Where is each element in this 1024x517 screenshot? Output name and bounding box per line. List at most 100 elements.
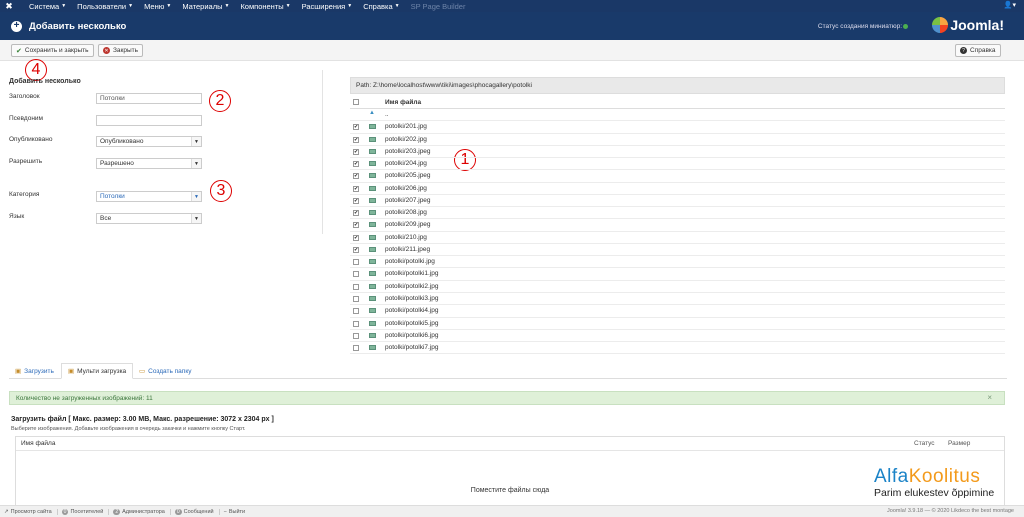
published-select[interactable]: Опубликовано ▼ [96,136,202,147]
file-checkbox[interactable] [353,295,359,302]
image-file-icon [369,161,376,167]
image-file-icon [369,173,376,179]
upload-icon: ▣ [15,368,22,375]
category-value: Потолки [100,193,125,200]
file-row[interactable]: ✔ potolki/206.jpg [350,183,1005,195]
save-close-button[interactable]: ✔ Сохранить и закрыть [11,44,94,57]
access-select[interactable]: Разрешено ▼ [96,158,202,169]
file-checkbox[interactable]: ✔ [353,197,359,204]
file-checkbox[interactable]: ✔ [353,124,359,131]
caret-down-icon: ▼ [285,3,291,9]
file-row[interactable]: ✔ potolki/208.jpg [350,207,1005,220]
file-checkbox[interactable]: ✔ [353,246,359,253]
file-row[interactable]: ✔ potolki/205.jpeg [350,170,1005,183]
admins-status: 2 Администратора [113,508,171,515]
user-icon[interactable]: 👤▾ [1004,1,1016,9]
file-row[interactable]: ✔ potolki/211.jpeg [350,244,1005,257]
file-name: potolki/potolki4.jpg [385,307,439,315]
upload-icon: ▣ [68,368,75,375]
alert-close-icon[interactable]: × [987,393,992,402]
file-checkbox[interactable]: ✔ [353,222,359,229]
file-row[interactable]: potolki/potolki6.jpg [350,330,1005,343]
view-site-label: Просмотр сайта [10,508,52,515]
file-name: potolki/202.jpg [385,135,427,143]
visitors-count: 0 [61,508,69,515]
file-checkbox[interactable] [353,332,359,339]
file-checkbox[interactable] [353,271,359,278]
file-row[interactable]: potolki/potolki.jpg [350,256,1005,269]
file-checkbox[interactable] [353,308,359,315]
file-row[interactable]: potolki/potolki4.jpg [350,305,1005,318]
file-checkbox[interactable]: ✔ [353,234,359,241]
joomla-icon[interactable]: ✖ [0,1,18,12]
form-fields: Заголовок Потолки Псевдоним Опубликовано… [9,93,209,233]
file-checkbox[interactable] [353,345,359,352]
menu-content[interactable]: Материалы ▼ [182,2,229,11]
file-row[interactable]: ✔ potolki/201.jpg [350,121,1005,134]
messages-status[interactable]: 0 Сообщений [174,508,220,515]
file-checkbox[interactable]: ✔ [353,185,359,192]
file-name: potolki/210.jpg [385,233,427,241]
menu-help[interactable]: Справка ▼ [363,2,399,11]
file-checkbox[interactable]: ✔ [353,136,359,143]
file-checkbox[interactable] [353,283,359,290]
page-title: Добавить несколько [29,20,127,32]
file-name: potolki/potolki2.jpg [385,282,439,290]
drop-zone-text: Поместите файлы сюда [470,487,550,494]
menu-users[interactable]: Пользователи ▼ [77,2,133,11]
file-row[interactable]: ✔ potolki/210.jpg [350,232,1005,244]
file-row[interactable]: ✔ potolki/203.jpeg [350,146,1005,159]
file-row[interactable]: ✔ potolki/207.jpeg [350,195,1005,208]
chevron-down-icon: ▼ [191,214,201,223]
close-button[interactable]: ✕ Закрыть [98,44,144,57]
help-button[interactable]: ? Справка [955,44,1001,57]
file-row[interactable]: potolki/potolki5.jpg [350,318,1005,330]
select-all-checkbox[interactable] [353,99,359,105]
upload-queue[interactable]: Имя файла Статус Размер Поместите файлы … [15,436,1005,516]
file-row[interactable]: potolki/potolki1.jpg [350,268,1005,281]
file-row[interactable]: ✔ potolki/204.jpg [350,158,1005,171]
view-site-link[interactable]: ↗ Просмотр сайта [4,508,58,515]
category-select[interactable]: Потолки ▼ [96,191,202,202]
menu-components[interactable]: Компоненты ▼ [240,2,290,11]
thumbnail-status-label: Статус создания миниатюр: [817,23,902,30]
brand-part-2: Koolitus [908,466,981,487]
upload-hint: Выберите изображения. Добавьте изображен… [11,426,246,432]
access-label: Разрешить [9,158,43,165]
file-name: potolki/206.jpg [385,184,427,192]
caret-down-icon: ▼ [61,3,67,9]
tab-create-folder[interactable]: ▭ Создать папку [133,363,198,379]
file-checkbox[interactable]: ✔ [353,148,359,155]
file-name: potolki/201.jpg [385,123,427,131]
title-input[interactable]: Потолки [96,93,202,104]
menu-system[interactable]: Система ▼ [29,2,66,11]
file-checkbox[interactable] [353,259,359,266]
menu-extensions[interactable]: Расширения ▼ [302,2,353,11]
add-multiple-form: Добавить несколько [9,78,209,85]
upload-tabs: ▣ Загрузить ▣ Мульти загрузка ▭ Создать пап… [9,362,1007,379]
file-row[interactable]: potolki/potolki2.jpg [350,281,1005,293]
logout-icon: − [223,508,227,515]
logout-link[interactable]: − Выйти [224,509,251,515]
external-link-icon: ↗ [4,508,9,515]
image-file-icon [369,259,376,265]
tab-multi-upload[interactable]: ▣ Мульти загрузка [61,363,134,379]
toolbar: ✔ Сохранить и закрыть ✕ Закрыть ? Справк… [0,40,1024,61]
file-row[interactable]: ✔ potolki/209.jpeg [350,219,1005,232]
published-label: Опубликовано [9,136,53,143]
file-checkbox[interactable] [353,320,359,327]
language-select[interactable]: Все ▼ [96,213,202,224]
file-row[interactable]: potolki/potolki7.jpg [350,342,1005,355]
file-checkbox[interactable]: ✔ [353,173,359,180]
tab-upload[interactable]: ▣ Загрузить [9,363,60,379]
close-icon: ✕ [103,47,110,54]
file-name: potolki/potolki3.jpg [385,294,439,302]
folder-up-row[interactable]: ▲ .. [350,109,1005,122]
chevron-down-icon: ▼ [191,159,201,168]
file-row[interactable]: ✔ potolki/202.jpg [350,134,1005,146]
alias-input[interactable] [96,115,202,126]
file-row[interactable]: potolki/potolki3.jpg [350,293,1005,306]
menu-menus[interactable]: Меню ▼ [144,2,171,11]
file-checkbox[interactable]: ✔ [353,161,359,168]
file-checkbox[interactable]: ✔ [353,210,359,217]
